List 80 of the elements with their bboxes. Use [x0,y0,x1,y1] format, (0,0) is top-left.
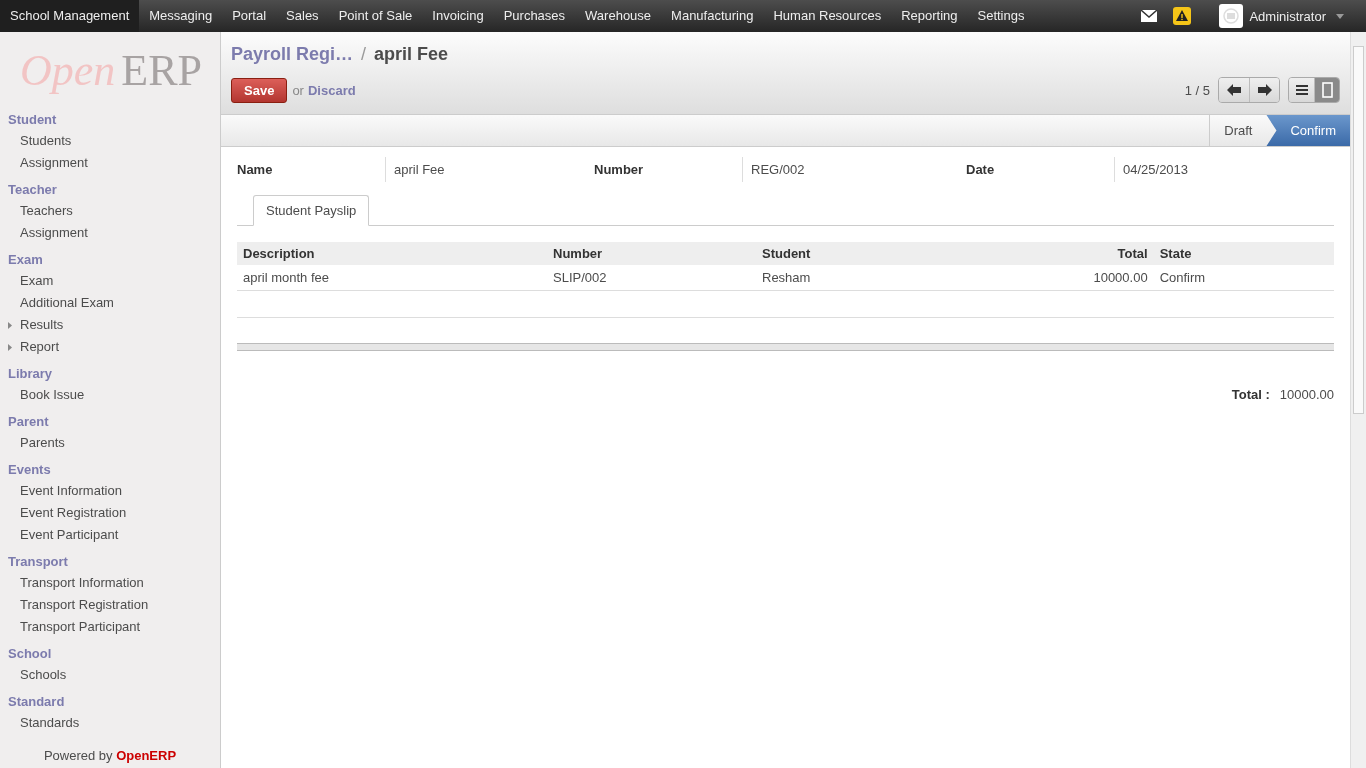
field-value[interactable]: april Fee [385,157,594,182]
expand-icon[interactable] [8,344,12,351]
caret-icon[interactable] [1336,13,1344,19]
previous-button[interactable] [1219,78,1249,102]
avatar-icon[interactable] [1219,4,1244,28]
sidebar-item[interactable]: Additional Exam [0,292,220,314]
user-name[interactable]: Administrator [1249,8,1326,24]
sidebar-item[interactable]: Transport Participant [0,616,220,638]
top-menu-item[interactable]: School Management [0,0,140,32]
sidebar-item[interactable]: Report [0,336,220,358]
next-button[interactable] [1249,78,1279,102]
sidebar-item[interactable]: Schools [0,664,220,686]
table-cell: Resham [756,265,946,291]
sidebar-item[interactable]: Book Issue [0,384,220,406]
column-header[interactable]: Number [547,242,756,265]
sidebar-item[interactable]: Results [0,314,220,336]
sidebar-section-title: Parent [7,413,50,431]
top-menu-item[interactable]: Sales [276,0,329,32]
field-value[interactable]: 04/25/2013 [1114,157,1334,182]
mail-icon[interactable] [1141,10,1158,22]
list-view-button[interactable] [1289,78,1314,102]
form-icon[interactable] [1321,82,1333,98]
field-value[interactable]: REG/002 [742,157,966,182]
breadcrumb-separator: / [361,44,367,65]
column-header[interactable]: State [1153,242,1334,265]
save-button[interactable]: Save [231,77,288,103]
status-step[interactable]: Confirm [1266,115,1350,146]
sidebar-item[interactable]: Event Participant [0,524,220,546]
sidebar-section-title: School [7,645,53,663]
sidebar-section-title: Library [7,365,54,383]
sidebar-section-title: Exam [7,251,44,269]
arrow-right-icon[interactable] [1257,84,1272,96]
sidebar-item[interactable]: Assignment [0,222,220,244]
column-header[interactable]: Total [946,242,1154,265]
arrow-left-icon[interactable] [1227,84,1241,96]
breadcrumb-link[interactable]: Payroll Regi… [231,44,354,65]
status-step[interactable]: Draft [1209,115,1267,146]
sidebar-item[interactable]: Transport Information [0,572,220,594]
or-text: or [292,82,304,98]
top-menu-item[interactable]: Settings [967,0,1035,32]
sidebar-item[interactable]: Parents [0,432,220,454]
field-label: Name [237,162,274,177]
sidebar-section-title: Student [7,111,58,129]
notebook-tab[interactable]: Student Payslip [253,195,370,226]
top-menu-item[interactable]: Purchases [493,0,576,32]
top-menu-item[interactable]: Portal [222,0,277,32]
sidebar-item[interactable]: Event Information [0,480,220,502]
top-menu-item[interactable]: Invoicing [422,0,494,32]
top-menu-item[interactable]: Human Resources [763,0,892,32]
table-cell: 10000.00 [946,265,1154,291]
field-label: Date [966,162,996,177]
top-menu-item[interactable]: Point of Sale [328,0,423,32]
top-menu-item[interactable]: Reporting [891,0,968,32]
sidebar-item[interactable]: Transport Registration [0,594,220,616]
expand-icon[interactable] [8,322,12,329]
list-icon[interactable] [1295,85,1308,95]
table-cell: april month fee [237,265,547,291]
sidebar-section-title: Events [7,461,52,479]
column-header[interactable]: Student [756,242,946,265]
top-menu-item[interactable]: Manufacturing [661,0,764,32]
sidebar-item[interactable]: Teachers [0,200,220,222]
top-menu-item[interactable]: Messaging [139,0,223,32]
total-value: 10000.00 [1279,387,1334,402]
sidebar-section-title: Teacher [7,181,58,199]
sidebar-section-title: Transport [7,553,69,571]
sidebar-item[interactable]: Students [0,130,220,152]
pager-text: 1 / 5 [1184,82,1210,98]
warning-icon[interactable] [1173,7,1192,25]
table-cell: SLIP/002 [547,265,756,291]
sidebar-item[interactable]: Event Registration [0,502,220,524]
sidebar-item[interactable]: Exam [0,270,220,292]
top-menu-item[interactable]: Warehouse [575,0,662,32]
table-cell: Confirm [1153,265,1334,291]
total-label: Total : [1231,387,1270,402]
sidebar-item[interactable]: Standards [0,712,220,734]
sidebar-item[interactable]: Assignment [0,152,220,174]
column-header[interactable]: Description [237,242,547,265]
field-label: Number [594,162,645,177]
sidebar-section-title: Standard [7,693,66,711]
record-title: april Fee [374,44,449,65]
